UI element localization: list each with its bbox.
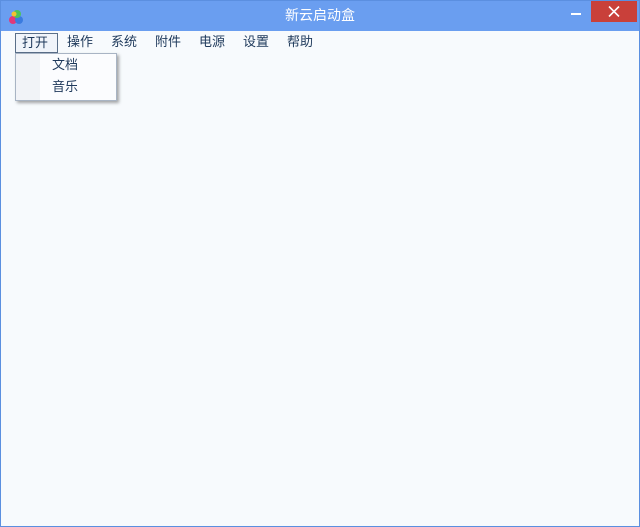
menu-system[interactable]: 系统 — [105, 33, 143, 53]
app-window: 新云启动盒 打开 操作 系统 附件 电源 设置 帮助 文档 音乐 — [0, 0, 640, 527]
main-content-area — [1, 54, 639, 526]
menu-item-music[interactable]: 音乐 — [18, 77, 114, 98]
menu-open[interactable]: 打开 — [15, 33, 58, 53]
menu-help[interactable]: 帮助 — [281, 33, 319, 53]
menu-operate[interactable]: 操作 — [61, 33, 99, 53]
menu-item-documents[interactable]: 文档 — [18, 55, 114, 76]
menu-accessories[interactable]: 附件 — [149, 33, 187, 53]
close-button[interactable] — [591, 1, 637, 22]
menu-bar: 打开 操作 系统 附件 电源 设置 帮助 — [1, 31, 639, 54]
minimize-icon — [571, 13, 581, 15]
menu-settings[interactable]: 设置 — [237, 33, 275, 53]
minimize-button[interactable] — [561, 1, 591, 25]
close-icon — [608, 6, 620, 17]
title-bar[interactable]: 新云启动盒 — [1, 1, 639, 31]
open-menu-dropdown: 文档 音乐 — [15, 53, 117, 101]
window-title: 新云启动盒 — [285, 8, 355, 24]
menu-power[interactable]: 电源 — [193, 33, 231, 53]
